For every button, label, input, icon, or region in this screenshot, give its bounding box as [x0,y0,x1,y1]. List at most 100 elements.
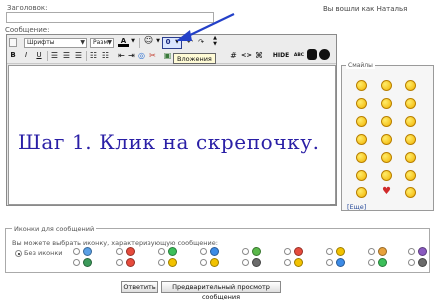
post-icon [126,258,135,267]
bullet-list-icon[interactable]: ☷ [101,50,110,61]
post-icon [252,258,261,267]
align-center-icon[interactable]: ☰ [62,50,71,61]
smiley-icon[interactable] [356,98,367,109]
post-icon-radio[interactable] [158,259,165,266]
smiley-icon[interactable] [381,80,392,91]
smiley-icon[interactable] [381,134,392,145]
toolbar-divider [47,51,48,61]
align-right-icon[interactable]: ☰ [74,50,83,61]
indent-icon[interactable]: ⇥ [127,50,136,61]
more-smiles-link[interactable]: [Еще] [347,203,366,211]
post-icon-radio[interactable] [158,248,165,255]
arrow-shaft [185,13,235,38]
smiley-icon[interactable] [381,170,392,181]
smiley-icon[interactable] [356,187,367,198]
post-icon-radio[interactable] [284,259,291,266]
smiley-icon[interactable] [356,116,367,127]
chevron-down-icon[interactable]: ▼ [155,36,161,47]
post-icon [378,247,387,256]
post-icon-radio[interactable] [200,248,207,255]
php-code-icon[interactable]: ⌘ [254,50,264,61]
font-family-select[interactable]: Шрифты ▼ [24,38,87,48]
post-icon [418,258,427,267]
no-icon-label: Без иконки [24,249,63,257]
heart-icon[interactable]: ♥ [382,187,391,197]
smiles-title: Смайлы [346,62,375,69]
post-icon [252,247,261,256]
smiley-icon[interactable] [405,187,416,198]
post-icon [83,247,92,256]
post-icon [83,258,92,267]
reply-button[interactable]: Ответить [121,281,158,293]
font-family-value: Шрифты [27,39,55,46]
chevron-down-icon: ▼ [80,39,85,46]
post-icons-hint: Вы можете выбрать иконку, характеризующу… [12,239,218,247]
smiley-icon[interactable] [356,152,367,163]
preview-button[interactable]: Предварительный просмотр сообщения [161,281,281,301]
post-icon-radio[interactable] [368,259,375,266]
radio-no-icon[interactable] [15,250,22,257]
underline-button[interactable]: U [35,50,43,61]
post-icon [418,247,427,256]
post-icon [336,258,345,267]
code-button[interactable]: <> [241,50,252,61]
smiley-icon[interactable] [356,170,367,181]
arrow-head [176,30,192,41]
smiley-icon[interactable] [356,134,367,145]
smiley-button[interactable]: ☺ [143,36,154,47]
smiley-icon[interactable] [405,170,416,181]
text-color-button[interactable]: A [118,36,129,47]
smiley-icon[interactable] [405,152,416,163]
spellcheck-button[interactable]: ABC [292,50,306,61]
smiley-icon[interactable] [405,98,416,109]
chevron-down-icon[interactable]: ▼ [130,36,136,47]
attach-tooltip: Вложения [173,53,216,64]
post-icon [126,247,135,256]
post-icon-radio[interactable] [408,259,415,266]
post-icon [378,258,387,267]
post-icon-radio[interactable] [73,259,80,266]
post-icon-radio[interactable] [242,248,249,255]
italic-button[interactable]: I [22,50,30,61]
post-icon [168,258,177,267]
source-mode-icon[interactable] [9,38,17,47]
chevron-down-icon: ▼ [107,39,112,46]
post-icon-radio[interactable] [116,259,123,266]
post-icon-radio[interactable] [284,248,291,255]
globe-link-icon[interactable]: ◎ [137,50,146,61]
post-icon-radio[interactable] [368,248,375,255]
unlink-icon[interactable]: ✂ [148,50,157,61]
post-icon-radio[interactable] [326,248,333,255]
post-icon-radio[interactable] [408,248,415,255]
pointer-arrow-annotation [176,13,235,41]
image-icon[interactable]: ▣ [163,50,172,61]
post-icon [294,247,303,256]
hide-button[interactable]: HIDE [272,50,290,61]
post-icon-radio[interactable] [73,248,80,255]
font-size-select[interactable]: Разм ▼ [90,38,114,48]
post-icon [168,247,177,256]
toolbar-divider [139,38,140,48]
message-label: Сообщение: [5,26,50,34]
outdent-icon[interactable]: ⇤ [117,50,126,61]
hash-button[interactable]: # [229,50,238,61]
resize-grip-icon[interactable] [330,198,337,205]
smiley-icon[interactable] [381,152,392,163]
record-icon[interactable] [319,49,330,60]
smiley-icon[interactable] [356,80,367,91]
smiley-icon[interactable] [381,98,392,109]
post-icon-radio[interactable] [242,259,249,266]
toolbar-divider [86,51,87,61]
copyright-icon[interactable] [307,49,317,60]
post-icon-radio[interactable] [116,248,123,255]
post-icon [336,247,345,256]
smiley-icon[interactable] [381,116,392,127]
smiley-icon[interactable] [405,80,416,91]
smiley-icon[interactable] [405,134,416,145]
bold-button[interactable]: B [9,50,17,61]
align-left-icon[interactable]: ☰ [50,50,59,61]
post-icon-radio[interactable] [200,259,207,266]
numbered-list-icon[interactable]: ☷ [89,50,98,61]
smiley-icon[interactable] [405,116,416,127]
post-icon-radio[interactable] [326,259,333,266]
